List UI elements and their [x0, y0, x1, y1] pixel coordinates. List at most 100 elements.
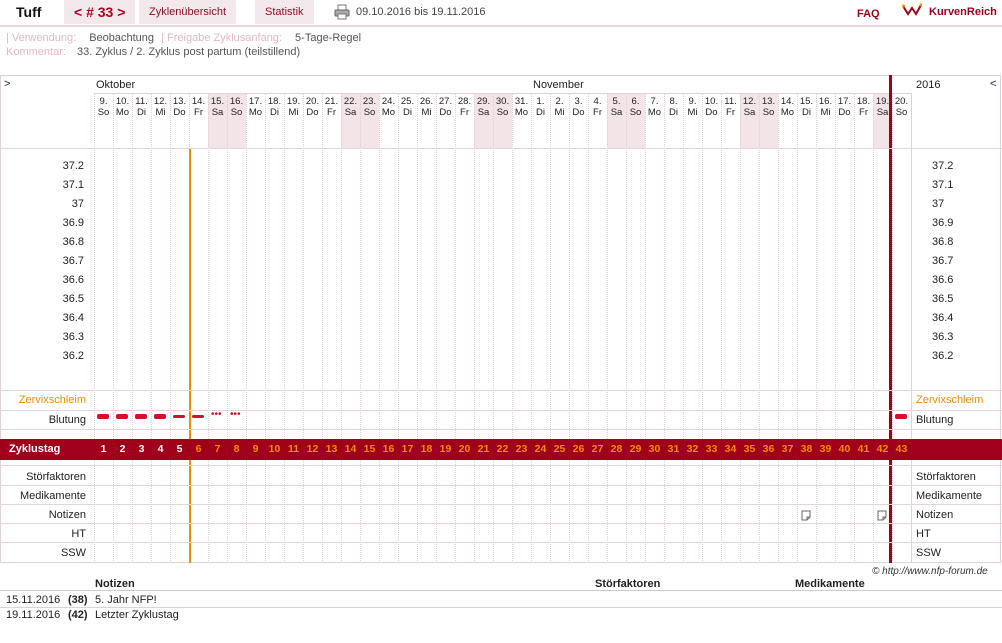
day-date: 21.: [324, 96, 339, 107]
day-date: 2.: [555, 96, 564, 107]
faq-link[interactable]: FAQ: [857, 8, 880, 20]
day-header: 13. So: [759, 96, 778, 118]
nav-prev-button[interactable]: >: [4, 78, 10, 90]
nav-next-button[interactable]: <: [990, 78, 996, 90]
row-label-notes: Notizen: [48, 509, 86, 521]
day-header: 21. Fr: [322, 96, 341, 118]
day-header: 22. Sa: [341, 96, 360, 118]
day-weekday: Fr: [859, 107, 868, 118]
day-weekday: So: [629, 107, 642, 118]
day-weekday: Di: [536, 107, 545, 118]
day-weekday: Sa: [743, 107, 756, 118]
day-weekday: Sa: [344, 107, 357, 118]
day-header: 16. Mi: [816, 96, 835, 118]
temp-label-right: 36.4: [932, 312, 954, 324]
day-date: 3.: [574, 96, 583, 107]
temp-label: 36.8: [62, 236, 84, 248]
day-header: 16. So: [227, 96, 246, 118]
year-label: 2016: [916, 79, 941, 91]
comment-value: 33. Zyklus / 2. Zyklus post partum (teil…: [76, 46, 301, 58]
day-date: 24.: [381, 96, 396, 107]
day-header: 29. Sa: [474, 96, 493, 118]
day-header: 24. Mo: [379, 96, 398, 118]
day-weekday: Mo: [248, 107, 263, 118]
day-date: 17.: [837, 96, 852, 107]
row-label-bleeding-right: Blutung: [916, 414, 954, 426]
cycle-day-number: 25: [553, 443, 566, 455]
day-date: 20.: [894, 96, 909, 107]
day-date: 12.: [153, 96, 168, 107]
day-header: 3. Do: [569, 96, 588, 118]
day-weekday: Sa: [610, 107, 623, 118]
cycle-day-number: 17: [401, 443, 414, 455]
cycle-day-number: 23: [515, 443, 528, 455]
day-weekday: Mi: [687, 107, 698, 118]
cycle-day-number: 13: [325, 443, 338, 455]
temp-label: 36.4: [62, 312, 84, 324]
month-november: November: [533, 79, 584, 91]
footer-row-note: Letzter Zyklustag: [95, 609, 179, 621]
cycle-day-number: 38: [800, 443, 813, 455]
cycle-day-number: 37: [781, 443, 794, 455]
cycle-day-number: 33: [705, 443, 718, 455]
temp-label: 37.2: [62, 160, 84, 172]
bleeding-mark: [192, 415, 204, 418]
note-icon[interactable]: [801, 510, 811, 521]
row-label-cervix-right: Zervixschleim: [916, 394, 984, 406]
day-date: 27.: [438, 96, 453, 107]
day-header: 15. Di: [797, 96, 816, 118]
day-date: 16.: [229, 96, 244, 107]
cycle-day-number: 1: [100, 443, 107, 455]
cycle-day-number: 5: [176, 443, 183, 455]
day-date: 14.: [780, 96, 795, 107]
cycle-day-number: 31: [667, 443, 680, 455]
day-weekday: Do: [705, 107, 718, 118]
day-date: 10.: [704, 96, 719, 107]
row-label-cycle-day: Zyklustag: [9, 443, 61, 455]
bleeding-mark: [173, 415, 185, 418]
day-weekday: So: [762, 107, 775, 118]
top-bar: Tuff < # 33 > Zyklenübersicht Statistik …: [0, 0, 1002, 27]
cycle-day-number: 15: [363, 443, 376, 455]
brand-name[interactable]: KurvenReich: [929, 6, 997, 18]
day-weekday: Fr: [327, 107, 336, 118]
bleeding-mark: [154, 414, 166, 419]
note-icon[interactable]: [877, 510, 887, 521]
user-title: Tuff: [0, 0, 66, 24]
day-header: 11. Di: [132, 96, 151, 118]
day-date: 11.: [724, 96, 737, 107]
cycle-day-number: 9: [252, 443, 259, 455]
day-weekday: Di: [137, 107, 146, 118]
day-weekday: Mi: [554, 107, 565, 118]
cycle-day-number: 4: [157, 443, 164, 455]
footer-row-date: 19.11.2016: [6, 609, 61, 621]
temp-label-right: 36.9: [932, 217, 954, 229]
footer-row-date: 15.11.2016: [6, 594, 61, 606]
day-header: 17. Do: [835, 96, 854, 118]
cycle-day-number: 8: [233, 443, 240, 455]
day-date: 17.: [248, 96, 263, 107]
row-label-disturb-right: Störfaktoren: [916, 471, 976, 483]
print-icon[interactable]: [334, 4, 350, 20]
day-header: 14. Mo: [778, 96, 797, 118]
day-header: 27. Do: [436, 96, 455, 118]
day-date: 20.: [305, 96, 320, 107]
tab-statistics[interactable]: Statistik: [255, 0, 314, 24]
cycle-day-number: 6: [195, 443, 202, 455]
tab-cycle-overview[interactable]: Zyklenübersicht: [139, 0, 237, 24]
cycle-navigator[interactable]: < # 33 >: [64, 0, 136, 24]
day-weekday: Di: [802, 107, 811, 118]
cycle-day-number: 19: [439, 443, 452, 455]
day-date: 29.: [476, 96, 491, 107]
footer-row-day: (38): [68, 594, 88, 606]
day-date: 30.: [495, 96, 510, 107]
day-date: 5.: [612, 96, 621, 107]
day-weekday: Mo: [514, 107, 529, 118]
row-label-disturb: Störfaktoren: [26, 471, 86, 483]
cycle-day-number: 12: [306, 443, 319, 455]
cycle-day-number: 27: [591, 443, 604, 455]
release-label: Freigabe Zyklusanfang:: [167, 32, 282, 44]
day-date: 7.: [650, 96, 659, 107]
cycle-day-number: 34: [724, 443, 737, 455]
day-header: 25. Di: [398, 96, 417, 118]
